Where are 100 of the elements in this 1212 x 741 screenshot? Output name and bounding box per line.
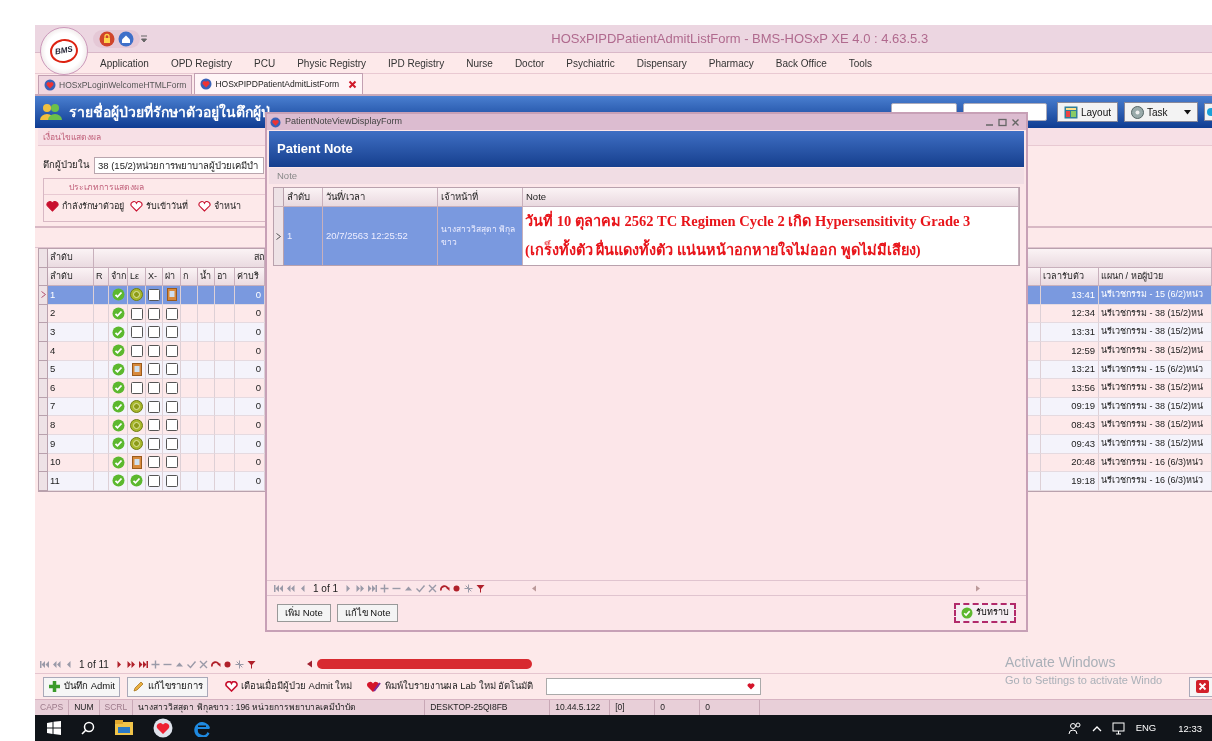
table-cell: 13:41 — [1041, 286, 1099, 305]
people-icon[interactable] — [1067, 721, 1082, 735]
radio-label: จำหน่า — [214, 200, 241, 213]
checkbox-icon — [165, 437, 178, 450]
menu-item[interactable]: Tools — [837, 55, 884, 71]
page-title: รายชื่อผู้ป่วยที่รักษาตัวอยู่ในตึกผู้ป่ — [69, 101, 270, 123]
layout-button[interactable]: Layout — [1056, 102, 1118, 122]
menu-item[interactable]: IPD Registry — [377, 55, 456, 71]
heart-checkbox[interactable] — [365, 680, 382, 693]
ward-field[interactable]: 38 (15/2)หน่วยการพยาบาลผู้ป่วยเคมีบำ — [94, 157, 264, 174]
column-header[interactable]: เจ้าหน้าที่ — [438, 188, 523, 206]
windows-start-icon[interactable] — [47, 721, 61, 735]
app-icon — [270, 116, 281, 128]
pager-filter-icon[interactable] — [475, 582, 487, 594]
checkbox-icon — [130, 307, 143, 320]
activation-text: Go to Settings to activate Windo — [1005, 673, 1163, 688]
table-cell: 13:31 — [1041, 323, 1099, 342]
checkbox-icon — [130, 381, 143, 394]
checkbox-icon — [165, 307, 178, 320]
table-cell: 3 — [48, 323, 94, 342]
table-cell: 4 — [48, 341, 94, 361]
close-button[interactable] — [1189, 676, 1212, 697]
menu-item[interactable]: Physic Registry — [286, 55, 378, 71]
scroll-right-icon[interactable] — [975, 584, 982, 592]
heart-radio[interactable] — [46, 201, 59, 213]
task-button[interactable]: Task — [1124, 102, 1198, 122]
check-circle-icon — [961, 607, 973, 619]
close-icon[interactable] — [1011, 117, 1020, 127]
language-indicator[interactable]: ENG — [1135, 720, 1157, 736]
menu-item[interactable]: Application — [89, 55, 160, 71]
checkbox-icon — [148, 437, 160, 450]
add-button[interactable]: บันทึก Admit — [43, 676, 120, 697]
document-icon — [131, 362, 142, 376]
table-cell: นรีเวชกรรม - 38 (15/2)หน่ — [1099, 434, 1212, 454]
pager-refresh-icon[interactable] — [439, 582, 451, 594]
clock-time[interactable]: 12:33 — [1178, 721, 1202, 737]
menu-item[interactable]: Nurse — [455, 55, 504, 71]
column-header[interactable]: วันที่/เวลา — [323, 188, 438, 206]
target-icon — [130, 400, 143, 414]
document-tab[interactable]: HOSxPIPDPatientAdmitListForm — [194, 73, 364, 94]
dropdown-field[interactable] — [546, 678, 762, 695]
maximize-icon[interactable] — [998, 117, 1007, 127]
search-icon[interactable] — [81, 721, 95, 735]
folder-icon[interactable] — [115, 720, 133, 736]
heart-checkbox[interactable] — [224, 681, 238, 692]
check-circle-icon — [111, 288, 125, 302]
add-note-button[interactable]: เพิ่ม Note — [277, 604, 331, 622]
layout-icon — [1063, 105, 1078, 119]
table-cell: นรีเวชกรรม - 16 (6/3)หน่ว — [1099, 472, 1212, 491]
customize-caret-icon[interactable] — [139, 33, 148, 44]
note-text: วันที่ 10 ตุลาคม 2562 TC Regimen Cycle 2 เกิด Hypersensitivity Grade 3 — [525, 207, 971, 236]
table-cell: 11 — [48, 472, 94, 491]
menu-item[interactable]: PCU — [243, 55, 287, 71]
dialog-title: PatientNoteViewDisplayForm — [285, 115, 402, 129]
menu-item[interactable]: Psychiatric — [555, 55, 626, 71]
menu-item[interactable]: Back Office — [764, 55, 838, 71]
heart-radio[interactable] — [198, 201, 211, 213]
document-tab[interactable]: HOSxPLoginWelcomeHTMLForm — [38, 75, 193, 94]
table-cell: 13:56 — [1041, 379, 1099, 398]
menu-item[interactable]: Doctor — [503, 55, 556, 71]
edge-button-icon[interactable] — [1204, 103, 1212, 121]
column-header[interactable]: ลำดับ — [284, 188, 323, 206]
menu-item[interactable]: Pharmacy — [697, 55, 765, 71]
edit-note-button[interactable]: แก้ไข Note — [336, 604, 399, 622]
field-label: ตึกผู้ป่วยใน — [43, 158, 89, 173]
check-circle-icon — [111, 418, 125, 432]
lock-button[interactable] — [99, 30, 115, 47]
table-cell: 9 — [48, 434, 94, 454]
checkbox-icon — [148, 419, 160, 432]
edit-button[interactable]: แก้ไขรายการ — [126, 676, 208, 697]
pager-filter-icon[interactable] — [245, 658, 257, 670]
scroll-left-icon[interactable] — [305, 660, 313, 668]
tab-label: HOSxPIPDPatientAdmitListForm — [215, 77, 340, 91]
chevron-up-icon[interactable] — [1091, 724, 1102, 732]
checkbox-icon — [165, 344, 178, 357]
column-header[interactable]: Note — [523, 188, 1019, 206]
checkbox-icon — [148, 381, 160, 394]
disc-icon — [1131, 105, 1144, 119]
acknowledge-button[interactable]: รับทราบ — [954, 603, 1016, 623]
document-icon — [166, 288, 177, 302]
table-cell: นางสาววิสสุดา พิกุลขาว — [438, 207, 523, 265]
close-icon[interactable] — [348, 79, 358, 89]
band-header: ลำดับ — [48, 249, 94, 268]
checkbox-icon — [130, 326, 143, 339]
plus-icon — [48, 680, 61, 693]
checkbox-icon — [165, 326, 178, 339]
network-icon[interactable] — [1111, 721, 1126, 735]
pager-last-icon[interactable] — [137, 658, 149, 670]
menu-item[interactable]: OPD Registry — [159, 55, 244, 71]
check-circle-icon — [111, 381, 125, 395]
check-circle-icon — [111, 455, 125, 469]
page-indicator: 1 of 11 — [79, 657, 109, 672]
checkbox-icon — [148, 344, 160, 357]
browser-icon[interactable] — [193, 719, 211, 737]
heart-radio[interactable] — [130, 201, 143, 213]
home-button[interactable] — [117, 30, 134, 47]
menu-item[interactable]: Dispensary — [625, 55, 698, 71]
pager-refresh-icon[interactable] — [209, 658, 221, 670]
app-icon[interactable] — [153, 718, 173, 738]
scrollbar-thumb[interactable] — [316, 659, 532, 669]
